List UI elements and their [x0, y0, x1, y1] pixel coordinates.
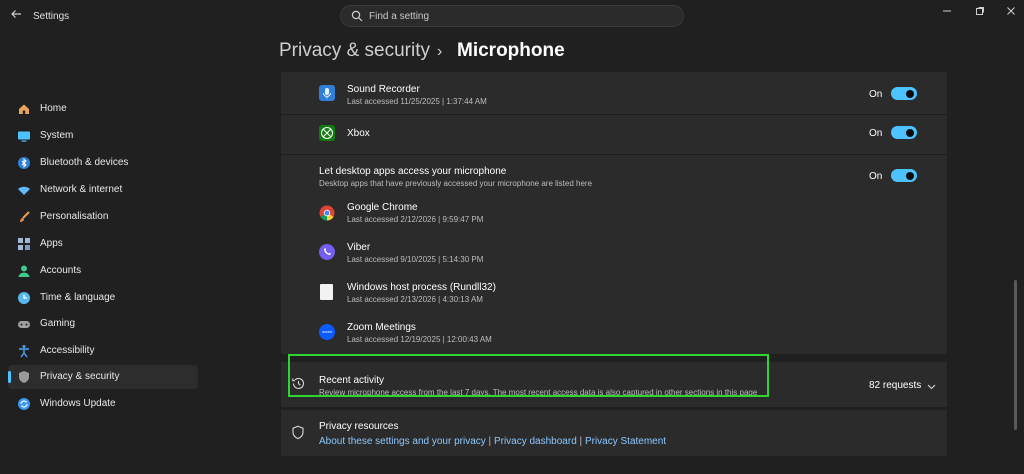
brush-icon [17, 210, 31, 224]
accessibility-icon [17, 344, 31, 358]
last-accessed: Last accessed 2/12/2026 | 9:59:47 PM [347, 215, 484, 224]
shield-icon [17, 370, 31, 384]
scrollbar[interactable] [1014, 280, 1017, 430]
last-accessed: Last accessed 2/13/2026 | 4:30:13 AM [347, 295, 483, 304]
sidebar-item-network[interactable]: Network & internet [8, 178, 198, 202]
zoom-icon: zoom [319, 324, 335, 340]
sidebar-item-label: Accessibility [40, 345, 95, 356]
sidebar-item-label: Personalisation [40, 211, 109, 222]
gamepad-icon [17, 317, 31, 331]
update-icon [17, 397, 31, 411]
sidebar-item-system[interactable]: System [8, 124, 198, 148]
app-name: Zoom Meetings [347, 322, 416, 333]
close-icon[interactable] [1006, 6, 1016, 19]
request-count: 82 requests [869, 380, 922, 391]
wifi-icon [17, 183, 31, 197]
maximize-icon[interactable] [975, 6, 985, 19]
sidebar-item-label: Apps [40, 238, 63, 249]
shield-outline-icon [291, 425, 305, 443]
chrome-icon [319, 205, 335, 221]
sidebar-item-gaming[interactable]: Gaming [8, 312, 198, 336]
file-icon [320, 284, 333, 300]
app-name: Windows host process (Rundll32) [347, 282, 496, 293]
minimize-icon[interactable] [942, 6, 952, 19]
search-icon [351, 10, 363, 25]
app-name: Google Chrome [347, 202, 418, 213]
sidebar-item-accounts[interactable]: Accounts [8, 259, 198, 283]
divider [281, 154, 947, 155]
sound-recorder-icon [319, 85, 335, 101]
xbox-icon [319, 125, 335, 141]
chevron-down-icon[interactable] [927, 380, 936, 394]
app-name: Sound Recorder [347, 84, 420, 95]
sidebar-item-personalisation[interactable]: Personalisation [8, 205, 198, 229]
desktop-apps-subtitle: Desktop apps that have previously access… [319, 179, 593, 188]
person-icon [17, 264, 31, 278]
sidebar-item-bluetooth[interactable]: Bluetooth & devices [8, 151, 198, 175]
link-separator: | [579, 436, 583, 447]
toggle-state-label: On [869, 89, 883, 100]
bluetooth-icon [17, 156, 31, 170]
home-icon [17, 102, 31, 116]
sidebar-item-label: Bluetooth & devices [40, 157, 129, 168]
search-box[interactable]: Find a setting [340, 5, 684, 27]
back-arrow-icon[interactable] [10, 8, 24, 22]
app-name: Xbox [347, 128, 370, 139]
about-privacy-link[interactable]: About these settings and your privacy [319, 436, 486, 447]
sidebar-item-label: Time & language [40, 292, 116, 303]
privacy-links: About these settings and your privacy | … [319, 436, 666, 447]
link-separator: | [488, 436, 492, 447]
search-input[interactable]: Find a setting [369, 11, 429, 22]
sound-recorder-toggle[interactable] [891, 87, 917, 100]
xbox-toggle[interactable] [891, 126, 917, 139]
last-accessed: Last accessed 9/10/2025 | 5:14:30 PM [347, 255, 484, 264]
divider [281, 114, 947, 115]
viber-icon [319, 244, 335, 260]
page-title: Microphone [457, 40, 565, 61]
sidebar-item-label: Gaming [40, 318, 76, 329]
toggle-state-label: On [869, 171, 883, 182]
app-name: Viber [347, 242, 371, 253]
last-accessed: Last accessed 12/19/2025 | 12:00:43 AM [347, 335, 492, 344]
privacy-resources-title: Privacy resources [319, 421, 399, 432]
privacy-statement-link[interactable]: Privacy Statement [585, 436, 666, 447]
last-accessed: Last accessed 11/25/2025 | 1:37:44 AM [347, 97, 487, 106]
chevron-right-icon: › [437, 43, 443, 60]
monitor-icon [17, 129, 31, 143]
privacy-dashboard-link[interactable]: Privacy dashboard [494, 436, 577, 447]
privacy-resources-section [281, 410, 947, 456]
toggle-state-label: On [869, 128, 883, 139]
desktop-apps-title: Let desktop apps access your microphone [319, 166, 507, 177]
globe-clock-icon [17, 291, 31, 305]
desktop-apps-toggle[interactable] [891, 169, 917, 182]
sidebar-item-accessibility[interactable]: Accessibility [8, 339, 198, 363]
sidebar-item-label: Network & internet [40, 184, 123, 195]
sidebar-item-privacy-security[interactable]: Privacy & security [8, 365, 198, 389]
sidebar-item-home[interactable]: Home [8, 97, 198, 121]
highlight-box [288, 354, 769, 397]
sidebar-item-apps[interactable]: Apps [8, 232, 198, 256]
sidebar-item-label: Accounts [40, 265, 82, 276]
sidebar-item-label: Home [40, 103, 67, 114]
sidebar-item-label: Privacy & security [40, 371, 120, 382]
app-title: Settings [33, 11, 70, 22]
sidebar-item-label: System [40, 130, 74, 141]
sidebar-item-label: Windows Update [40, 398, 116, 409]
breadcrumb-privacy-security[interactable]: Privacy & security [279, 40, 430, 62]
apps-icon [17, 237, 31, 251]
sidebar-item-time-language[interactable]: Time & language [8, 286, 198, 310]
sidebar-item-windows-update[interactable]: Windows Update [8, 392, 198, 416]
